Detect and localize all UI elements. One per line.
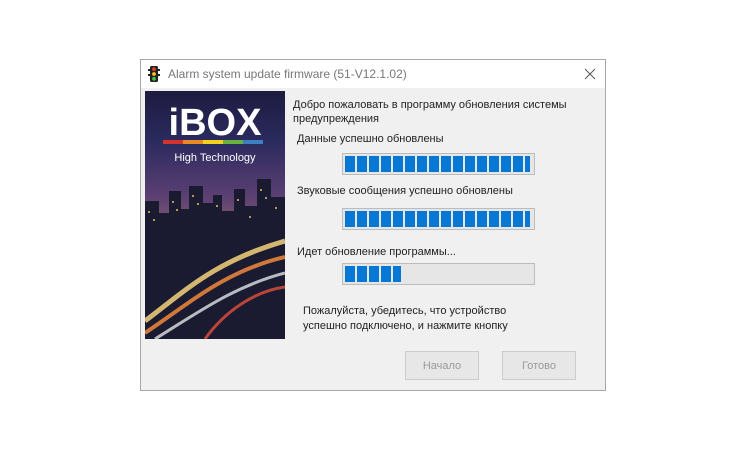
progress-fill-program xyxy=(345,266,401,282)
step-label-data: Данные успешно обновлены xyxy=(297,133,444,145)
window-title: Alarm system update firmware (51-V12.1.0… xyxy=(168,67,407,81)
ibox-logo: iBOX High Technology xyxy=(145,91,285,171)
close-button[interactable] xyxy=(575,60,605,88)
progress-fill-sounds xyxy=(345,211,530,227)
traffic-light-icon xyxy=(148,66,160,82)
progress-bar-program xyxy=(342,263,535,285)
instruction-line-1: Пожалуйста, убедитесь, что устройство xyxy=(303,305,507,317)
progress-bar-data xyxy=(342,153,535,175)
start-button[interactable]: Начало xyxy=(405,351,479,380)
step-label-sounds: Звуковые сообщения успешно обновлены xyxy=(297,185,513,197)
instruction-line-2: успешно подключено, и нажмите кнопку xyxy=(303,320,508,332)
progress-fill-data xyxy=(345,156,530,172)
instruction-text: Пожалуйста, убедитесь, что устройство ус… xyxy=(303,304,508,334)
brand-banner: iBOX High Technology xyxy=(145,91,285,339)
intro-text: Добро пожаловать в программу обновления … xyxy=(293,99,567,125)
brand-tagline: High Technology xyxy=(174,152,256,164)
progress-bar-sounds xyxy=(342,208,535,230)
brand-logo-text: iBOX xyxy=(169,102,263,144)
step-label-program: Идет обновление программы... xyxy=(297,246,456,258)
title-bar[interactable]: Alarm system update firmware (51-V12.1.0… xyxy=(141,60,605,88)
close-icon xyxy=(584,68,596,80)
done-button[interactable]: Готово xyxy=(502,351,576,380)
